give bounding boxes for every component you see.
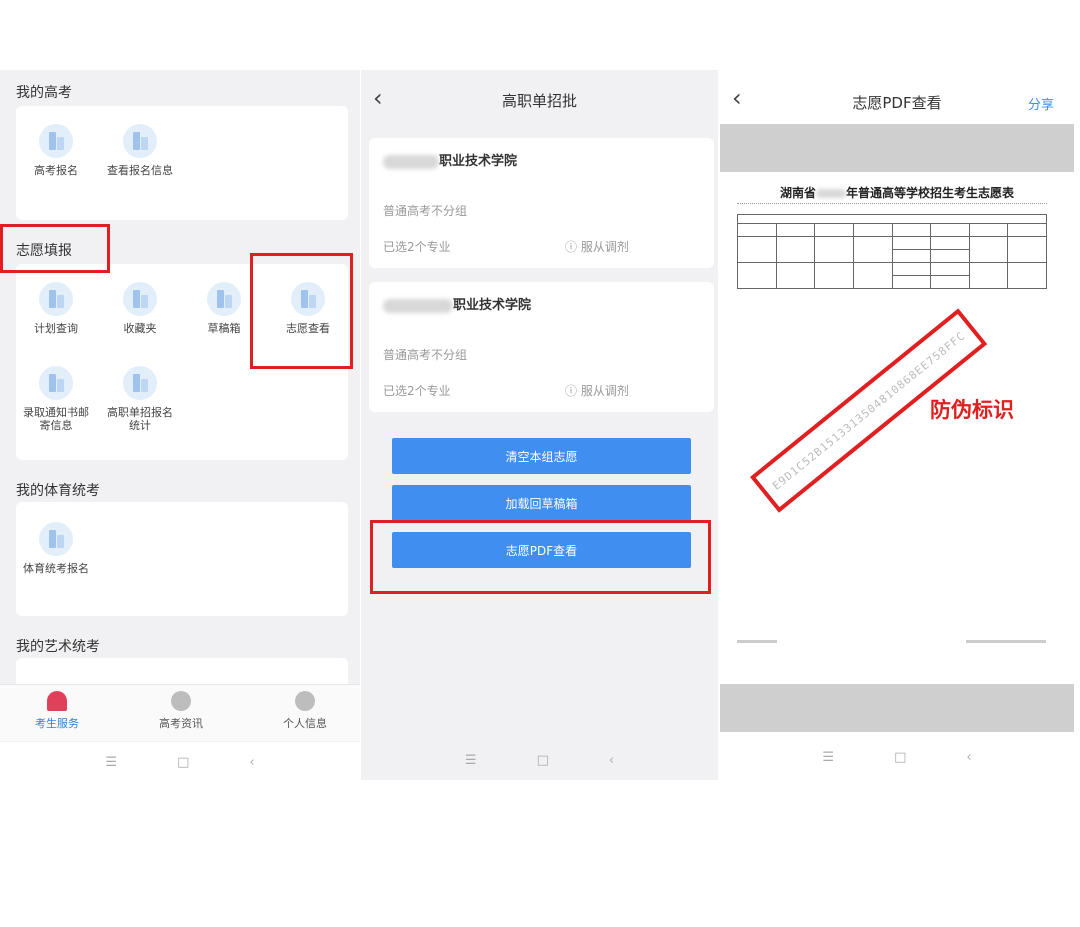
blurred-name xyxy=(383,298,453,313)
heart-icon xyxy=(47,691,67,711)
volunteer-table xyxy=(737,214,1047,289)
home-square-icon[interactable]: □ xyxy=(177,755,189,770)
grid-item-sport-signup[interactable]: 体育统考报名 xyxy=(18,522,94,575)
highlight-section-zhiyuan xyxy=(0,224,110,273)
chart-icon xyxy=(39,366,73,400)
footer-right-text xyxy=(966,640,1046,643)
user-icon xyxy=(295,691,315,711)
page-title: 高职单招批 xyxy=(501,92,577,110)
card-sport: 体育统考报名 xyxy=(16,502,348,616)
grid-item-favorites[interactable]: 收藏夹 xyxy=(102,282,178,335)
bottom-tab-bar: 考生服务 高考资讯 个人信息 xyxy=(0,684,360,741)
adjust-status: ⓘ 服从调剂 xyxy=(565,384,629,398)
clear-group-button[interactable]: 清空本组志愿 xyxy=(392,438,691,474)
chart-icon xyxy=(207,282,241,316)
blurred-name xyxy=(383,154,439,169)
back-icon[interactable]: ‹ xyxy=(249,755,254,770)
home-square-icon[interactable]: □ xyxy=(894,750,906,765)
pdf-top-gray xyxy=(720,124,1074,172)
share-button[interactable]: 分享 xyxy=(1028,94,1054,113)
chart-icon xyxy=(123,282,157,316)
system-nav-bar: ☰ □ ‹ xyxy=(720,737,1074,777)
school-name: 职业技术学院 xyxy=(383,294,531,313)
chart-icon xyxy=(39,124,73,158)
highlight-pdf-view-button xyxy=(370,520,711,594)
school-group: 普通高考不分组 xyxy=(383,204,468,218)
chart-icon xyxy=(123,124,157,158)
system-nav-bar: ☰ □ ‹ xyxy=(361,740,718,780)
card-my-gaokao: 高考报名 查看报名信息 xyxy=(16,106,348,220)
anti-counterfeit-label: 防伪标识 xyxy=(930,398,1014,422)
section-title-art: 我的艺术统考 xyxy=(16,639,100,655)
selected-majors: 已选2个专业 xyxy=(383,384,451,398)
pdf-bottom-gray xyxy=(720,684,1074,732)
back-icon[interactable]: ‹ xyxy=(966,750,971,765)
pdf-page: 湖南省 年普通高等学校招生考生志愿表 E9D1C52B15133135048108… xyxy=(720,172,1074,684)
grid-item-gaokao-signup[interactable]: 高考报名 xyxy=(18,124,94,177)
chart-icon xyxy=(39,282,73,316)
school-card-2[interactable]: 职业技术学院 普通高考不分组 已选2个专业 ⓘ 服从调剂 xyxy=(369,282,714,412)
adjust-status: ⓘ 服从调剂 xyxy=(565,240,629,254)
document-title: 湖南省 年普通高等学校招生考生志愿表 xyxy=(779,186,1015,200)
menu-icon[interactable]: ☰ xyxy=(822,750,834,765)
load-to-drafts-button[interactable]: 加载回草稿箱 xyxy=(392,485,691,521)
menu-icon[interactable]: ☰ xyxy=(465,753,477,768)
selected-majors: 已选2个专业 xyxy=(383,240,451,254)
menu-icon[interactable]: ☰ xyxy=(105,755,117,770)
grid-item-single-enroll-stats[interactable]: 高职单招报名统计 xyxy=(102,366,178,432)
doc-meta-line xyxy=(737,203,1047,208)
tab-personal-info[interactable]: 个人信息 xyxy=(260,691,350,731)
school-group: 普通高考不分组 xyxy=(383,348,468,362)
back-icon[interactable]: ‹ xyxy=(609,753,614,768)
system-nav-bar: ☰ □ ‹ xyxy=(0,742,360,780)
blurred-year xyxy=(816,189,846,198)
grid-item-view-signup-info[interactable]: 查看报名信息 xyxy=(102,124,178,177)
news-icon xyxy=(171,691,191,711)
highlight-view-zhiyuan xyxy=(250,253,353,369)
header: ‹ 高职单招批 xyxy=(361,70,718,132)
chart-icon xyxy=(39,522,73,556)
pdf-view-screen: ‹ 志愿PDF查看 分享 湖南省 年普通高等学校招生考生志愿表 E9D1C52B1… xyxy=(720,70,1074,780)
section-title-sport: 我的体育统考 xyxy=(16,483,100,499)
tab-student-services[interactable]: 考生服务 xyxy=(12,691,102,731)
page-title: 志愿PDF查看 xyxy=(852,94,942,112)
chart-icon xyxy=(123,366,157,400)
header: ‹ 志愿PDF查看 分享 xyxy=(720,70,1074,124)
school-name: 职业技术学院 xyxy=(383,150,517,169)
home-services-screen: 我的高考 高考报名 查看报名信息 志愿填报 计划查询 收藏夹 草稿箱 志愿查看 xyxy=(0,70,360,780)
info-circle-icon: ⓘ xyxy=(565,240,578,254)
footer-left-text xyxy=(737,640,777,643)
single-enroll-batch-screen: ‹ 高职单招批 职业技术学院 普通高考不分组 已选2个专业 ⓘ 服从调剂 职业技… xyxy=(361,70,718,780)
section-title-my-gaokao: 我的高考 xyxy=(16,85,72,101)
info-circle-icon: ⓘ xyxy=(565,384,578,398)
home-square-icon[interactable]: □ xyxy=(537,753,549,768)
tab-gaokao-news[interactable]: 高考资讯 xyxy=(136,691,226,731)
grid-item-admission-mail-info[interactable]: 录取通知书邮寄信息 xyxy=(18,366,94,432)
school-card-1[interactable]: 职业技术学院 普通高考不分组 已选2个专业 ⓘ 服从调剂 xyxy=(369,138,714,268)
grid-item-plan-query[interactable]: 计划查询 xyxy=(18,282,94,335)
